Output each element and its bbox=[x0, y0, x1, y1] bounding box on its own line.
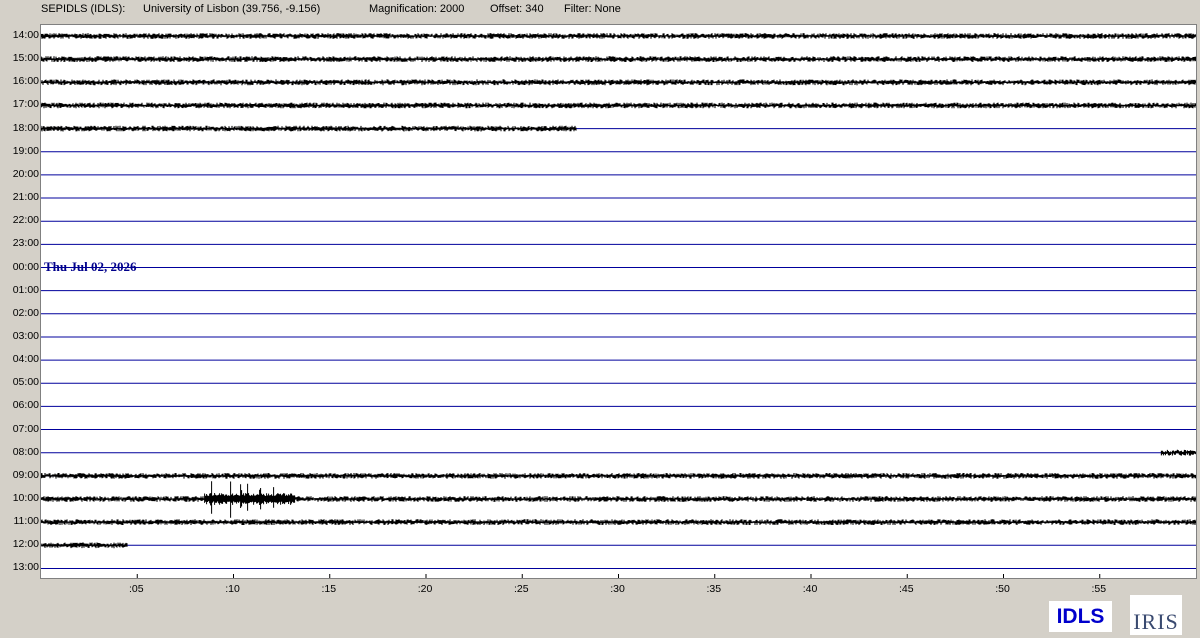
trace-14:00 bbox=[41, 33, 1196, 39]
x-tick-label: :25 bbox=[513, 583, 529, 595]
trace-17:00 bbox=[41, 102, 1196, 109]
date-label: Thu Jul 02, 2026 bbox=[44, 259, 137, 274]
x-tick-label: :55 bbox=[1091, 583, 1107, 595]
time-label: 15:00 bbox=[12, 52, 39, 65]
offset-label: Offset: 340 bbox=[490, 3, 544, 15]
location-label: University of Lisbon (39.756, -9.156) bbox=[143, 3, 321, 15]
time-label: 22:00 bbox=[12, 214, 39, 227]
time-label: 01:00 bbox=[12, 283, 39, 296]
time-label: 21:00 bbox=[12, 191, 39, 204]
trace-08:00 bbox=[1160, 449, 1196, 456]
iris-logo: IRIS bbox=[1130, 595, 1182, 635]
time-label: 16:00 bbox=[12, 75, 39, 88]
station-label: SEPIDLS (IDLS): bbox=[41, 3, 126, 15]
seismogram-plot bbox=[40, 24, 1197, 579]
x-tick-label: :40 bbox=[802, 583, 818, 595]
time-label: 11:00 bbox=[13, 515, 40, 528]
x-tick-label: :45 bbox=[898, 583, 914, 595]
trace-11:00 bbox=[41, 519, 1196, 525]
trace-16:00 bbox=[41, 79, 1196, 86]
filter-label: Filter: None bbox=[564, 3, 621, 15]
time-label: 06:00 bbox=[12, 399, 39, 412]
trace-15:00 bbox=[41, 56, 1196, 62]
x-tick-label: :15 bbox=[321, 583, 337, 595]
station-logo: IDLS bbox=[1049, 601, 1112, 632]
time-label: 00:00 bbox=[12, 260, 39, 273]
x-tick-label: :05 bbox=[128, 583, 144, 595]
time-label: 08:00 bbox=[12, 445, 39, 458]
time-label: 19:00 bbox=[12, 144, 39, 157]
event-10:00 bbox=[204, 481, 296, 518]
time-label: 12:00 bbox=[12, 538, 39, 551]
time-label: 07:00 bbox=[12, 422, 39, 435]
time-label: 23:00 bbox=[12, 237, 39, 250]
time-label: 03:00 bbox=[12, 329, 39, 342]
x-tick-label: :30 bbox=[610, 583, 625, 595]
time-label: 14:00 bbox=[12, 29, 39, 41]
trace-12:00 bbox=[41, 542, 128, 549]
time-label: 04:00 bbox=[12, 353, 39, 366]
time-label: 02:00 bbox=[12, 306, 39, 319]
magnification-label: Magnification: 2000 bbox=[369, 3, 465, 15]
time-label: 05:00 bbox=[12, 376, 39, 389]
time-label: 10:00 bbox=[12, 492, 39, 504]
x-tick-label: :20 bbox=[417, 583, 433, 595]
time-label: 18:00 bbox=[12, 121, 39, 134]
time-label: 09:00 bbox=[12, 468, 39, 481]
header-bar: SEPIDLS (IDLS): University of Lisbon (39… bbox=[0, 0, 1200, 20]
x-tick-label: :10 bbox=[225, 583, 240, 595]
x-tick-label: :50 bbox=[995, 583, 1010, 595]
trace-09:00 bbox=[41, 473, 1196, 479]
time-label: 20:00 bbox=[12, 167, 39, 180]
seismogram-svg bbox=[41, 33, 1196, 578]
trace-18:00 bbox=[41, 125, 577, 132]
time-label: 17:00 bbox=[12, 98, 39, 111]
x-tick-label: :35 bbox=[706, 583, 722, 595]
time-label: 13:00 bbox=[12, 561, 39, 574]
